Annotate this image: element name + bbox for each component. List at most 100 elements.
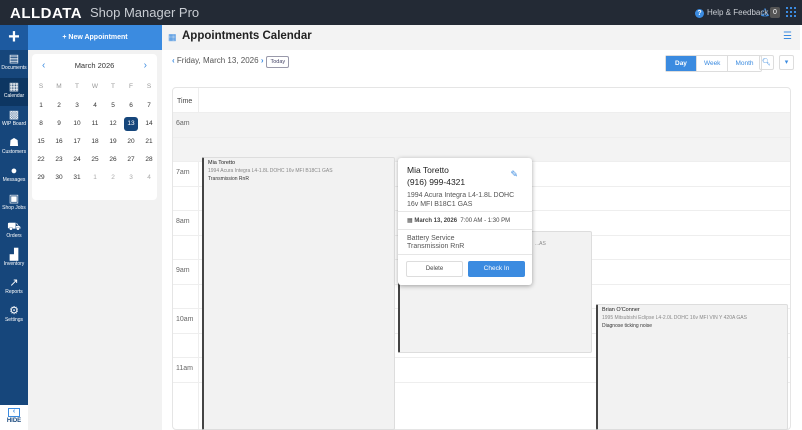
help-feedback-link[interactable]: ? Help & Feedback bbox=[695, 8, 768, 18]
calendar-day[interactable]: 3 bbox=[68, 97, 86, 115]
calendar-day[interactable]: 1 bbox=[86, 169, 104, 187]
calendar-day[interactable]: 1 bbox=[32, 97, 50, 115]
calendar-day[interactable]: 12 bbox=[104, 115, 122, 133]
add-button[interactable]: + bbox=[0, 25, 28, 50]
nav-customers[interactable]: ☗ Customers bbox=[0, 134, 28, 162]
chevron-down-icon[interactable]: ▾ bbox=[779, 55, 794, 70]
appt-vehicle: 1995 Mitsubishi Eclipse L4-2.0L DOHC 16v… bbox=[602, 315, 747, 321]
new-appointment-button[interactable]: + New Appointment bbox=[28, 25, 162, 50]
nav-inventory[interactable]: ▟ Inventory bbox=[0, 246, 28, 274]
calendar-day[interactable]: 23 bbox=[50, 151, 68, 169]
calendar-day[interactable]: 20 bbox=[122, 133, 140, 151]
prev-month-icon[interactable]: ‹ bbox=[42, 60, 45, 71]
appointment-mia-toretto[interactable]: Mia Toretto 1994 Acura Integra L4-1.8L D… bbox=[202, 157, 395, 430]
next-month-icon[interactable]: › bbox=[144, 60, 147, 71]
view-week[interactable]: Week bbox=[695, 56, 728, 71]
hour-label: 7am bbox=[176, 169, 190, 176]
calendar-day[interactable]: 27 bbox=[122, 151, 140, 169]
calendar-day[interactable]: 8 bbox=[32, 115, 50, 133]
search-icon[interactable]: 🔍︎ bbox=[759, 55, 774, 70]
nav-label: Shop Jobs bbox=[2, 205, 26, 211]
apps-grid-icon[interactable] bbox=[786, 7, 796, 17]
nav-settings[interactable]: ⚙ Settings bbox=[0, 302, 28, 330]
customers-icon: ☗ bbox=[9, 137, 19, 149]
appointment-brian-oconner[interactable]: Brian O'Conner 1995 Mitsubishi Eclipse L… bbox=[596, 304, 788, 430]
prev-day-icon[interactable]: ‹ bbox=[172, 56, 175, 65]
calendar-day[interactable]: 17 bbox=[68, 133, 86, 151]
calendar-icon: ▦ bbox=[168, 32, 177, 42]
grid-icon: ▩ bbox=[8, 109, 20, 121]
today-button[interactable]: Today bbox=[266, 56, 290, 68]
calendar-day[interactable]: 28 bbox=[140, 151, 158, 169]
nav-messages[interactable]: ● Messages bbox=[0, 162, 28, 190]
calendar-day[interactable]: 30 bbox=[50, 169, 68, 187]
popover-time: 7:00 AM - 1:30 PM bbox=[460, 218, 511, 224]
nav-shop-jobs[interactable]: ▣ Shop Jobs bbox=[0, 190, 28, 218]
view-day[interactable]: Day bbox=[666, 56, 696, 71]
current-date: Friday, March 13, 2026 bbox=[176, 56, 259, 65]
weekday-label: M bbox=[56, 83, 62, 90]
calendar-day[interactable]: 11 bbox=[86, 115, 104, 133]
nav-label: Messages bbox=[2, 177, 26, 183]
nav-reports[interactable]: ↗ Reports bbox=[0, 274, 28, 302]
appt-name: Brian O'Conner bbox=[602, 307, 640, 313]
calendar-day[interactable]: 7 bbox=[140, 97, 158, 115]
next-day-icon[interactable]: › bbox=[261, 56, 264, 65]
bell-icon[interactable]: 🔔︎ bbox=[760, 8, 770, 17]
calendar-day[interactable]: 21 bbox=[140, 133, 158, 151]
view-switcher: Day Week Month bbox=[665, 55, 762, 72]
nav-orders[interactable]: ⛟ Orders bbox=[0, 218, 28, 246]
appointment-popover: Mia Toretto (916) 999-4321 ✎ 1994 Acura … bbox=[398, 158, 532, 285]
nav-documents[interactable]: ▤ Documents bbox=[0, 50, 28, 78]
documents-icon: ▤ bbox=[8, 53, 20, 65]
calendar-day[interactable]: 29 bbox=[32, 169, 50, 187]
calendar-icon: ▦ bbox=[8, 81, 20, 93]
calendar-day[interactable]: 6 bbox=[122, 97, 140, 115]
calendar-day[interactable]: 3 bbox=[122, 169, 140, 187]
view-month[interactable]: Month bbox=[727, 56, 760, 71]
product-name: Shop Manager Pro bbox=[90, 5, 200, 20]
check-in-button[interactable]: Check In bbox=[468, 261, 525, 277]
appt-name: Mia Toretto bbox=[208, 160, 236, 166]
calendar-day[interactable]: 2 bbox=[104, 169, 122, 187]
help-icon: ? bbox=[695, 9, 704, 18]
notification-count[interactable]: 0 bbox=[770, 7, 780, 18]
calendar-day[interactable]: 25 bbox=[86, 151, 104, 169]
popover-phone: (916) 999-4321 bbox=[407, 177, 466, 187]
calendar-day[interactable]: 15 bbox=[32, 133, 50, 151]
calendar-day[interactable]: 4 bbox=[140, 169, 158, 187]
time-slot[interactable] bbox=[173, 112, 790, 137]
filter-sliders-icon[interactable]: ☰ bbox=[783, 31, 792, 42]
calendar-day[interactable]: 4 bbox=[86, 97, 104, 115]
nav-wip-board[interactable]: ▩ WIP Board bbox=[0, 106, 28, 134]
calendar-day[interactable]: 31 bbox=[68, 169, 86, 187]
calendar-day[interactable]: 16 bbox=[50, 133, 68, 151]
popover-date: March 13, 2026 bbox=[414, 218, 458, 224]
calendar-day[interactable]: 9 bbox=[50, 115, 68, 133]
weekday-label: T bbox=[75, 83, 79, 90]
vehicle-icon: ▣ bbox=[8, 193, 20, 205]
calendar-day[interactable]: 13 bbox=[124, 117, 138, 131]
weekday-label: W bbox=[91, 83, 99, 90]
calendar-day[interactable]: 22 bbox=[32, 151, 50, 169]
popover-service: Transmission RnR bbox=[407, 243, 465, 250]
calendar-day[interactable]: 5 bbox=[104, 97, 122, 115]
edit-pencil-icon[interactable]: ✎ bbox=[510, 169, 518, 180]
calendar-day[interactable]: 26 bbox=[104, 151, 122, 169]
calendar-day[interactable]: 14 bbox=[140, 115, 158, 133]
day-grid: S M T W T F S 1 2 3 4 5 6 7 8 9 10 11 12 13 14 15 16 17 18 19 20 21… bbox=[32, 78, 157, 187]
calendar-day[interactable]: 18 bbox=[86, 133, 104, 151]
calendar-day[interactable]: 10 bbox=[68, 115, 86, 133]
hide-nav-button[interactable]: ‹ HIDE bbox=[0, 405, 28, 430]
nav-label: Inventory bbox=[3, 261, 25, 267]
delete-button[interactable]: Delete bbox=[406, 261, 463, 277]
calendar-day[interactable]: 24 bbox=[68, 151, 86, 169]
weekday-label: T bbox=[111, 83, 115, 90]
nav-label: Calendar bbox=[3, 93, 25, 99]
calendar-day[interactable]: 19 bbox=[104, 133, 122, 151]
boxes-icon: ▟ bbox=[9, 249, 19, 261]
calendar-day[interactable]: 2 bbox=[50, 97, 68, 115]
nav-calendar[interactable]: ▦ Calendar bbox=[0, 78, 28, 106]
hour-label: 8am bbox=[176, 218, 190, 225]
month-label: March 2026 bbox=[74, 61, 115, 70]
